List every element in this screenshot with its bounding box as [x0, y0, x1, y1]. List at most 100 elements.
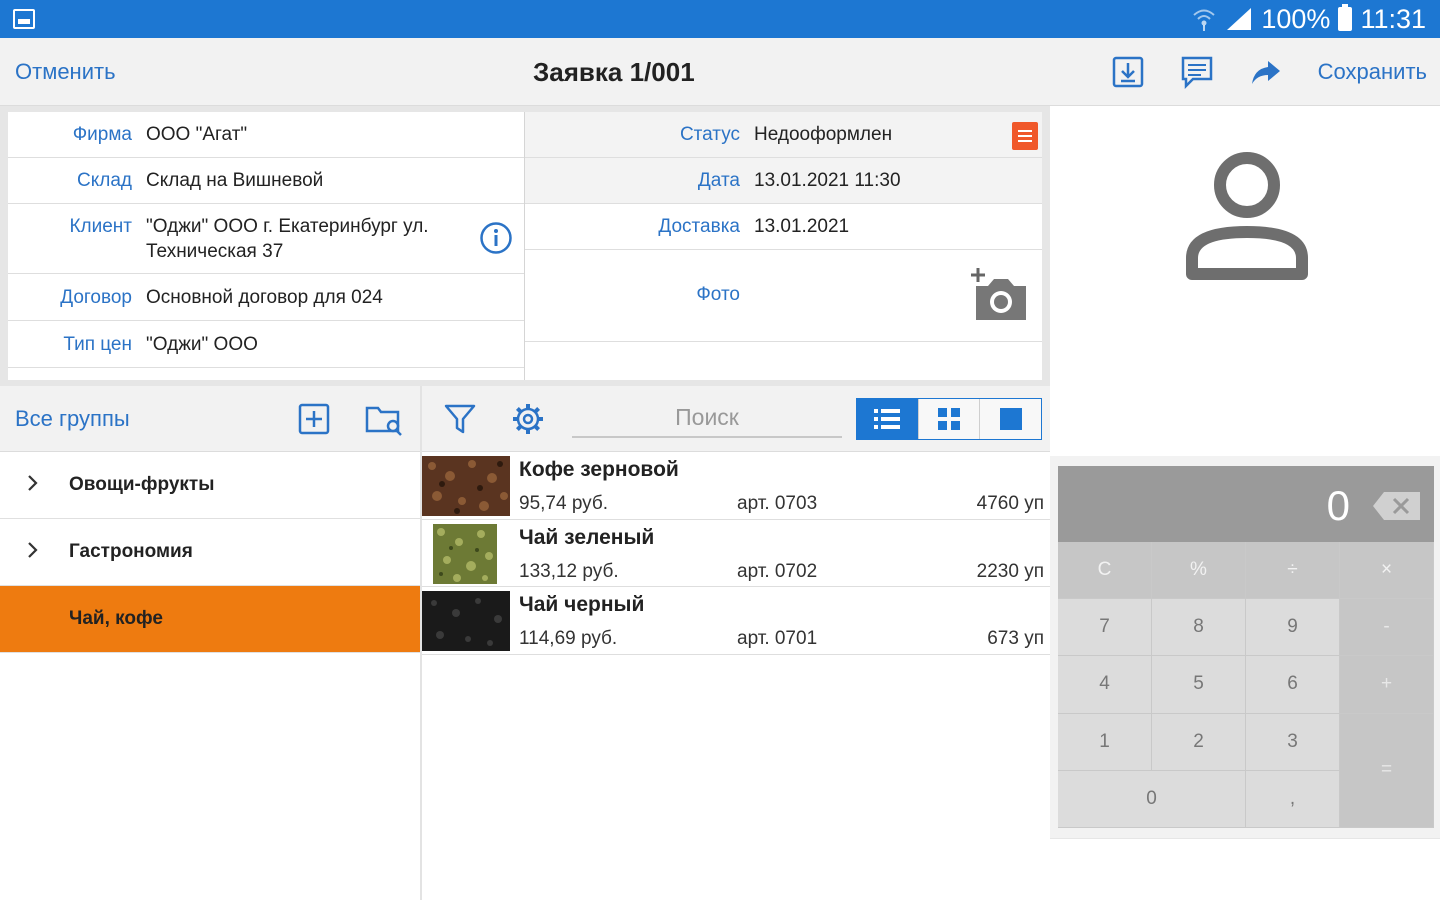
field-value: 13.01.2021 11:30 [754, 170, 901, 191]
product-price: 133,12 руб. [519, 560, 619, 582]
product-stock: 673 уп [987, 628, 1044, 649]
chevron-right-icon [28, 542, 38, 558]
key-clear[interactable]: C [1058, 542, 1152, 600]
key-percent[interactable]: % [1152, 542, 1246, 600]
add-photo-icon[interactable] [968, 266, 1030, 322]
key-2[interactable]: 2 [1152, 713, 1246, 771]
key-3[interactable]: 3 [1246, 713, 1340, 771]
product-image [422, 456, 510, 516]
document-header-panel: Фирма ООО "Агат" Склад Склад на Вишневой… [0, 106, 1050, 386]
key-equals[interactable]: = [1340, 713, 1434, 828]
key-4[interactable]: 4 [1058, 656, 1152, 714]
view-mode-switcher [856, 398, 1042, 440]
key-5[interactable]: 5 [1152, 656, 1246, 714]
field-value: Недооформлен [754, 124, 893, 145]
signal-icon [1227, 8, 1252, 30]
folder-search-icon[interactable] [364, 401, 404, 437]
right-footer-area [1050, 838, 1440, 900]
field-client[interactable]: Клиент "Оджи" ООО г. Екатеринбург ул. Те… [8, 204, 524, 274]
product-article: арт. 0703 [737, 493, 818, 514]
key-plus[interactable]: + [1340, 656, 1434, 714]
search-input[interactable] [572, 398, 842, 438]
key-divide[interactable]: ÷ [1246, 542, 1340, 600]
download-icon[interactable] [1110, 54, 1146, 90]
field-warehouse[interactable]: Склад Склад на Вишневой [8, 158, 524, 204]
group-list: Овощи-фрукты Гастрономия Чай, кофе [0, 452, 420, 653]
grid-view-button[interactable] [917, 399, 980, 439]
wifi-icon [1193, 9, 1216, 31]
field-label: Статус [679, 124, 740, 145]
key-1[interactable]: 1 [1058, 713, 1152, 771]
key-0[interactable]: 0 [1058, 770, 1246, 828]
field-value: 13.01.2021 [754, 216, 850, 237]
add-icon[interactable] [296, 401, 332, 437]
gear-icon[interactable] [510, 401, 546, 437]
client-photo-area [1050, 106, 1440, 456]
field-delivery[interactable]: Доставка 13.01.2021 [525, 204, 1042, 250]
key-comma[interactable]: , [1246, 770, 1340, 828]
quantity-keypad: 0 C % ÷ × 7 8 9 - 4 5 6 + 1 2 3 = 0 , [1058, 466, 1434, 828]
field-value: ООО "Агат" [146, 124, 248, 145]
all-groups-button[interactable]: Все группы [15, 406, 130, 432]
group-item-gastronomy[interactable]: Гастрономия [0, 519, 420, 586]
product-price: 95,74 руб. [519, 493, 609, 514]
filter-icon[interactable] [442, 401, 478, 437]
product-name: Чай черный [519, 593, 645, 616]
product-price: 114,69 руб. [519, 628, 618, 649]
save-button[interactable]: Сохранить [1318, 59, 1427, 85]
field-firm[interactable]: Фирма ООО "Агат" [8, 112, 524, 158]
action-bar: Отменить Заявка 1/001 Сохранить [0, 38, 1440, 106]
product-row[interactable]: Чай черный 114,69 руб. арт. 0701 673 уп [422, 587, 1050, 655]
product-stock: 2230 уп [976, 560, 1044, 582]
tile-view-button[interactable] [979, 399, 1042, 439]
group-item-tea-coffee[interactable]: Чай, кофе [0, 586, 420, 653]
fields-left-column: Фирма ООО "Агат" Склад Склад на Вишневой… [8, 112, 525, 380]
battery-percent: 100% [1261, 3, 1331, 34]
field-label: Клиент [69, 216, 132, 237]
system-status-bar: 100% 11:31 [0, 0, 1440, 38]
backspace-icon[interactable] [1372, 490, 1422, 522]
list-view-button[interactable] [857, 399, 918, 439]
field-status[interactable]: Статус Недооформлен [525, 112, 1042, 158]
key-9[interactable]: 9 [1246, 599, 1340, 657]
clock: 11:31 [1360, 3, 1426, 34]
fields-right-column: Статус Недооформлен Дата 13.01.2021 11:3… [525, 112, 1042, 380]
group-label: Чай, кофе [69, 608, 163, 629]
key-6[interactable]: 6 [1246, 656, 1340, 714]
page-title: Заявка 1/001 [533, 57, 695, 87]
cancel-button[interactable]: Отменить [15, 59, 116, 85]
info-icon[interactable] [479, 221, 513, 255]
key-7[interactable]: 7 [1058, 599, 1152, 657]
document-fields: Фирма ООО "Агат" Склад Склад на Вишневой… [8, 112, 1042, 380]
group-label: Гастрономия [69, 541, 193, 562]
field-label: Доставка [658, 216, 740, 237]
share-icon[interactable] [1248, 54, 1284, 90]
field-label: Фото [696, 284, 740, 305]
key-8[interactable]: 8 [1152, 599, 1246, 657]
product-image [433, 523, 497, 584]
key-minus[interactable]: - [1340, 599, 1434, 657]
field-value: Основной договор для 024 [146, 287, 383, 308]
group-label: Овощи-фрукты [69, 474, 215, 495]
list-icon [874, 409, 901, 429]
field-label: Склад [77, 170, 132, 191]
groups-toolbar: Все группы [0, 386, 420, 452]
field-contract[interactable]: Договор Основной договор для 024 [8, 274, 524, 321]
app-notification-icon [13, 9, 35, 29]
grid-icon [938, 408, 960, 430]
group-item-vegetables[interactable]: Овощи-фрукты [0, 452, 420, 519]
product-row[interactable]: Чай зеленый 133,12 руб. арт. 0702 2230 у… [422, 520, 1050, 587]
key-multiply[interactable]: × [1340, 542, 1434, 600]
user-avatar-icon[interactable] [1182, 150, 1312, 280]
field-value: Склад на Вишневой [146, 170, 324, 191]
comment-icon[interactable] [1179, 54, 1215, 90]
keypad-display: 0 [1058, 466, 1434, 542]
field-photo[interactable]: Фото [525, 250, 1042, 342]
status-document-icon[interactable] [1012, 122, 1038, 150]
square-icon [999, 408, 1022, 430]
product-row[interactable]: Кофе зерновой 95,74 руб. арт. 0703 4760 … [422, 452, 1050, 520]
keypad-value: 0 [1326, 482, 1350, 529]
field-price-type[interactable]: Тип цен "Оджи" ООО [8, 321, 524, 368]
field-date[interactable]: Дата 13.01.2021 11:30 [525, 158, 1042, 204]
keypad-grid: C % ÷ × 7 8 9 - 4 5 6 + 1 2 3 = 0 , [1058, 542, 1434, 828]
